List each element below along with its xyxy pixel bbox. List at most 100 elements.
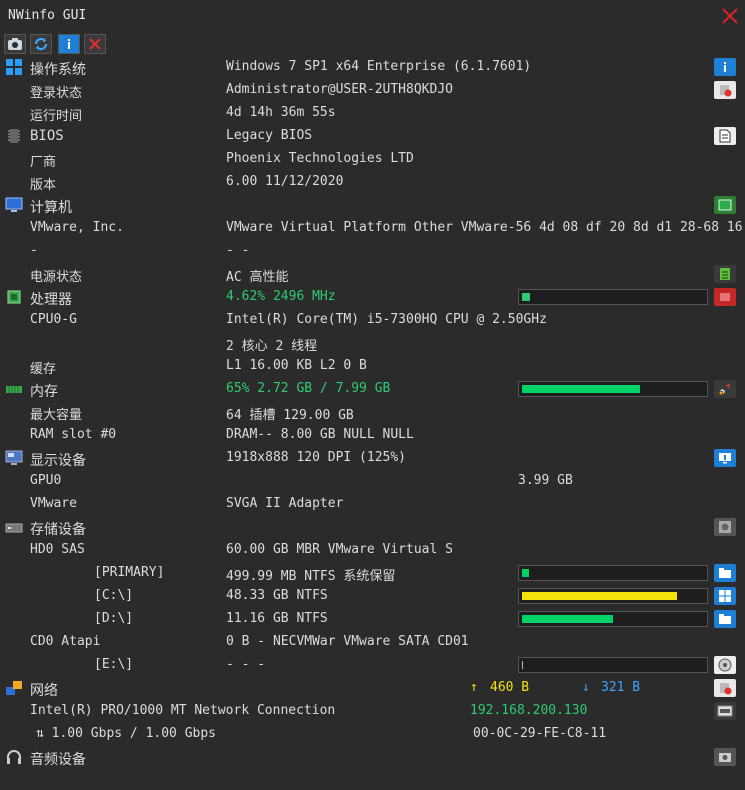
user-settings-icon xyxy=(720,85,732,97)
row-volume-primary[interactable]: [PRIMARY] 499.99 MB NTFS 系统保留 xyxy=(0,562,745,585)
hard-drive-icon xyxy=(5,518,23,536)
row-label: BIOS xyxy=(30,128,64,144)
row-label: 电源状态 xyxy=(30,270,83,285)
ip-address: 192.168.200.130 xyxy=(470,703,588,718)
adapter-button[interactable] xyxy=(714,702,736,720)
audio-settings-button[interactable] xyxy=(714,748,736,766)
row-cpu-model[interactable]: CPU0-G Intel(R) Core(TM) i5-7300HQ CPU @… xyxy=(0,309,745,332)
volume-usage-fill xyxy=(522,615,613,623)
row-uptime[interactable]: 运行时间 4d 14h 36m 55s xyxy=(0,102,745,125)
volume-usage-bar xyxy=(518,565,708,581)
exit-button[interactable] xyxy=(84,34,106,54)
eject-button[interactable] xyxy=(714,656,736,674)
row-vendor[interactable]: 厂商 Phoenix Technologies LTD xyxy=(0,148,745,171)
row-volume-c[interactable]: [C:\] 48.33 GB NTFS xyxy=(0,585,745,608)
network-settings-button[interactable] xyxy=(714,679,736,697)
row-bios[interactable]: BIOS Legacy BIOS xyxy=(0,125,745,148)
cpu-details-icon xyxy=(720,293,730,301)
rocket-icon xyxy=(719,384,730,395)
row-label: [PRIMARY] xyxy=(94,565,165,580)
row-disk0[interactable]: HD0 SAS 60.00 GB MBR VMware Virtual S xyxy=(0,539,745,562)
row-gpu[interactable]: GPU0 3.99 GB xyxy=(0,470,745,493)
disc-icon xyxy=(718,658,732,672)
info-icon xyxy=(724,62,726,72)
row-computer[interactable]: 计算机 xyxy=(0,194,745,217)
refresh-button[interactable] xyxy=(30,34,52,54)
headphones-icon xyxy=(5,748,23,766)
row-system-vendor[interactable]: VMware, Inc. VMware Virtual Platform Oth… xyxy=(0,217,745,240)
row-value: DRAM-- 8.00 GB NULL NULL xyxy=(226,427,414,442)
windows-icon xyxy=(5,58,23,76)
close-button[interactable] xyxy=(719,5,741,27)
row-nic[interactable]: Intel(R) PRO/1000 MT Network Connection … xyxy=(0,700,745,723)
row-value: L1 16.00 KB L2 0 B xyxy=(226,358,367,373)
memory-usage-bar xyxy=(518,381,708,397)
row-gpu-adapter[interactable]: VMware SVGA II Adapter xyxy=(0,493,745,516)
row-value: 65% 2.72 GB / 7.99 GB xyxy=(226,381,391,396)
row-memory[interactable]: 内存 65% 2.72 GB / 7.99 GB xyxy=(0,378,745,401)
row-value: 1918x888 120 DPI (125%) xyxy=(226,450,407,465)
upload-speed: 460 B xyxy=(490,680,530,695)
row-label: CPU0-G xyxy=(30,312,77,327)
memory-usage-fill xyxy=(522,385,640,393)
battery-icon xyxy=(720,268,730,280)
row-label: 存储设备 xyxy=(30,522,86,538)
row-power[interactable]: 电源状态 AC 高性能 xyxy=(0,263,745,286)
power-button[interactable] xyxy=(714,265,736,283)
row-volume-d[interactable]: [D:\] 11.16 GB NTFS xyxy=(0,608,745,631)
row-network[interactable]: 网络 ↑ 460 B ↓ 321 B xyxy=(0,677,745,700)
volume-usage-bar xyxy=(518,657,708,673)
row-value: 6.00 11/12/2020 xyxy=(226,174,344,189)
row-system-extra[interactable]: - - - xyxy=(0,240,745,263)
row-label: 运行时间 xyxy=(30,109,83,124)
row-value: Phoenix Technologies LTD xyxy=(226,151,414,166)
row-cpu[interactable]: 处理器 4.62% 2496 MHz xyxy=(0,286,745,309)
open-volume-button[interactable] xyxy=(714,610,736,628)
row-audio[interactable]: 音频设备 xyxy=(0,746,745,769)
row-cache[interactable]: 缓存 L1 16.00 KB L2 0 B xyxy=(0,355,745,378)
row-os[interactable]: 操作系统 Windows 7 SP1 x64 Enterprise (6.1.7… xyxy=(0,56,745,79)
row-label: RAM slot #0 xyxy=(30,427,117,442)
volume-usage-fill xyxy=(522,661,523,669)
row-value: 2 核心 2 线程 xyxy=(226,339,318,354)
windows-icon xyxy=(719,590,731,602)
row-label: CD0 Atapi xyxy=(30,634,101,649)
cpu-details-button[interactable] xyxy=(714,288,736,306)
row-cpu-cores[interactable]: 2 核心 2 线程 xyxy=(0,332,745,355)
row-label: [C:\] xyxy=(94,588,134,603)
open-volume-button[interactable] xyxy=(714,587,736,605)
network-settings-icon xyxy=(720,683,732,695)
disk-management-button[interactable] xyxy=(714,518,736,536)
row-max-capacity[interactable]: 最大容量 64 插槽 129.00 GB xyxy=(0,401,745,424)
user-accounts-button[interactable] xyxy=(714,81,736,99)
row-value: - - xyxy=(226,243,250,258)
row-value: Administrator@USER-2UTH8QKDJO xyxy=(226,82,453,97)
row-version[interactable]: 版本 6.00 11/12/2020 xyxy=(0,171,745,194)
upload-arrow-icon: ↑ xyxy=(470,680,478,695)
open-volume-button[interactable] xyxy=(714,564,736,582)
network-icon xyxy=(5,679,23,697)
gpu-memory: 3.99 GB xyxy=(518,473,573,488)
row-cdrom[interactable]: CD0 Atapi 0 B - NECVMWar VMware SATA CD0… xyxy=(0,631,745,654)
row-value: 4.62% 2496 MHz xyxy=(226,289,336,304)
row-volume-e[interactable]: [E:\] - - - xyxy=(0,654,745,677)
memory-clean-button[interactable] xyxy=(714,380,736,398)
row-label: 最大容量 xyxy=(30,408,83,423)
about-button[interactable] xyxy=(58,34,80,54)
row-display[interactable]: 显示设备 1918x888 120 DPI (125%) xyxy=(0,447,745,470)
display-icon xyxy=(5,449,23,467)
row-ram-slot[interactable]: RAM slot #0 DRAM-- 8.00 GB NULL NULL xyxy=(0,424,745,447)
os-info-button[interactable] xyxy=(714,58,736,76)
row-label: 音频设备 xyxy=(30,752,86,768)
row-storage[interactable]: 存储设备 xyxy=(0,516,745,539)
row-link-speed[interactable]: ⇅ 1.00 Gbps / 1.00 Gbps 00-0C-29-FE-C8-1… xyxy=(0,723,745,746)
row-label: 网络 xyxy=(30,683,58,699)
row-label: 内存 xyxy=(30,384,58,400)
chip-icon xyxy=(5,127,23,145)
display-settings-button[interactable] xyxy=(714,449,736,467)
motherboard-button[interactable] xyxy=(714,196,736,214)
row-label: GPU0 xyxy=(30,473,62,488)
snapshot-button[interactable] xyxy=(4,34,26,54)
row-login[interactable]: 登录状态 Administrator@USER-2UTH8QKDJO xyxy=(0,79,745,102)
bios-details-button[interactable] xyxy=(714,127,736,145)
